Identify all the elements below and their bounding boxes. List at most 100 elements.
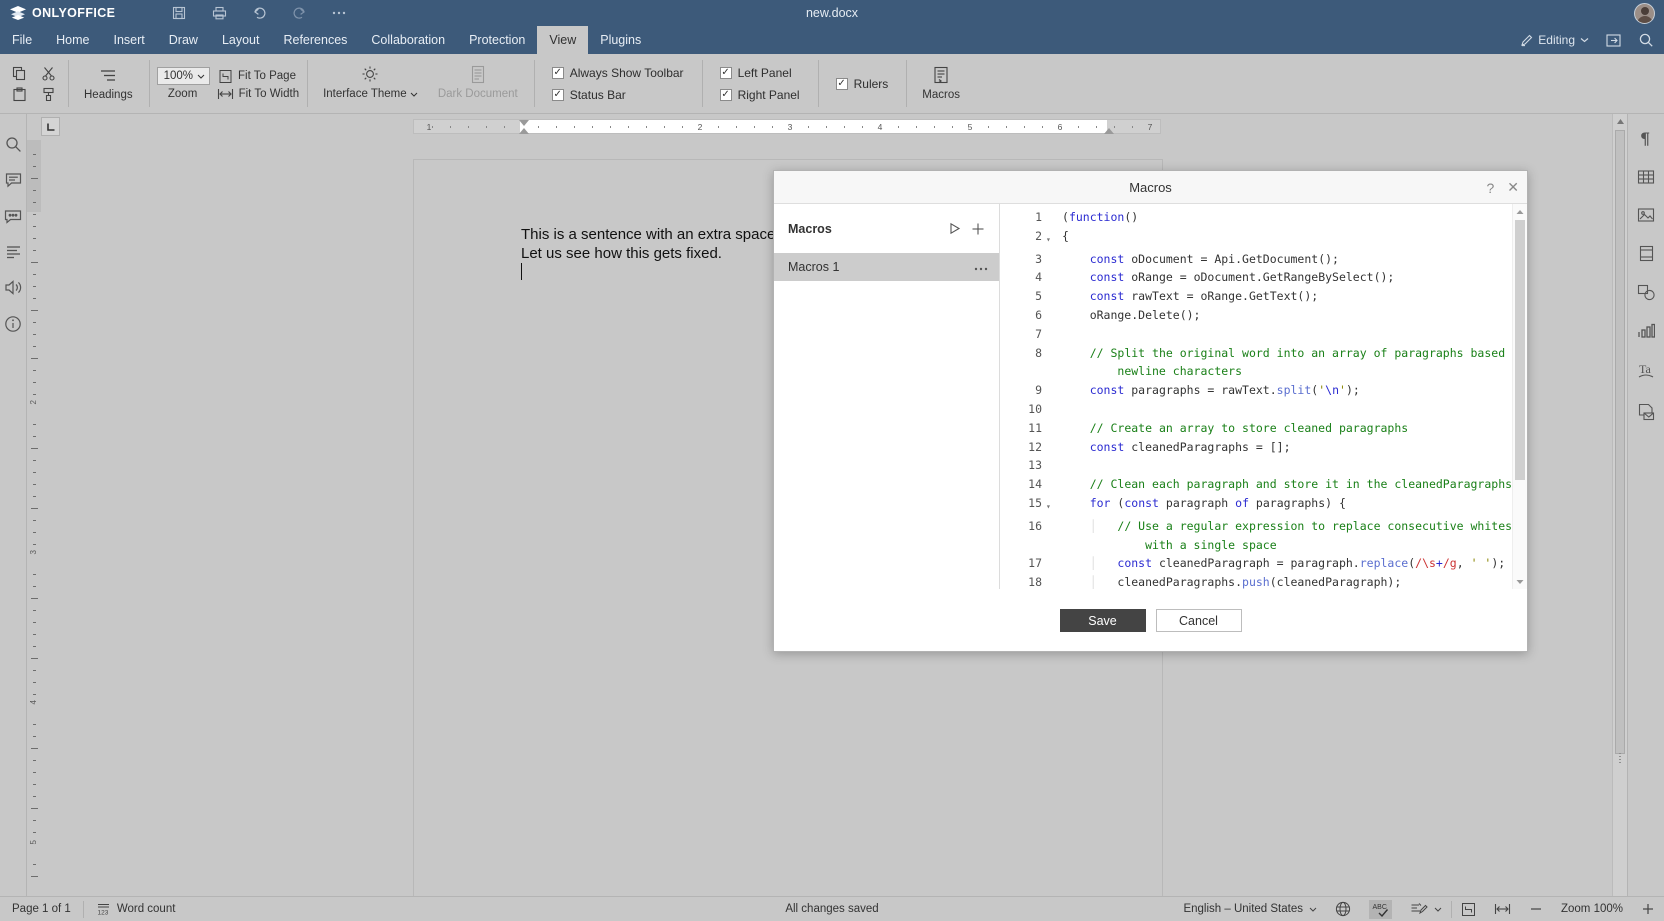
code-line[interactable]: 4 const oRange = oDocument.GetRangeBySel… <box>1000 268 1511 287</box>
code-line[interactable]: 18 │ cleanedParagraphs.push(cleanedParag… <box>1000 573 1511 589</box>
checkbox-always-show-toolbar[interactable]: ✓ Always Show Toolbar <box>551 66 684 80</box>
fit-to-page-button[interactable]: Fit To Page <box>218 69 296 84</box>
checkbox-right-panel[interactable]: ✓ Right Panel <box>719 88 800 102</box>
fold-toggle-icon[interactable] <box>1046 573 1056 577</box>
fold-toggle-icon[interactable] <box>1046 325 1056 329</box>
code-line[interactable]: 12 const cleanedParagraphs = []; <box>1000 438 1511 457</box>
scrollbar-thumb[interactable] <box>1515 220 1525 480</box>
code-line[interactable]: 10 <box>1000 400 1511 419</box>
chart-settings-icon[interactable] <box>1637 323 1655 339</box>
code-line[interactable]: 8 // Split the original word into an arr… <box>1000 344 1511 363</box>
save-icon[interactable] <box>170 4 188 22</box>
save-button[interactable]: Save <box>1059 609 1146 632</box>
code-line[interactable]: 1 (function() <box>1000 208 1511 227</box>
fit-to-width-button[interactable]: Fit To Width <box>217 88 299 100</box>
checkbox-rulers[interactable]: ✓ Rulers <box>835 77 888 91</box>
dark-document-button[interactable]: Dark Document <box>430 65 526 101</box>
image-settings-icon[interactable] <box>1637 207 1655 223</box>
shape-settings-icon[interactable] <box>1637 284 1656 301</box>
macro-code-editor[interactable]: 1 (function() 2 ▾ {3 const oDocument = Api.G… <box>1000 204 1527 589</box>
fold-toggle-icon[interactable] <box>1046 362 1056 366</box>
tab-plugins[interactable]: Plugins <box>588 26 653 54</box>
language-selector[interactable]: English – United States <box>1174 903 1326 915</box>
code-line[interactable]: 7 <box>1000 325 1511 344</box>
redo-icon[interactable] <box>290 4 308 22</box>
fold-toggle-icon[interactable] <box>1046 517 1056 521</box>
editing-mode-button[interactable]: Editing <box>1520 33 1589 47</box>
fold-toggle-icon[interactable] <box>1046 438 1056 442</box>
code-line[interactable]: 15 ▾ for (const paragraph of paragraphs) … <box>1000 494 1511 517</box>
code-line[interactable]: 3 const oDocument = Api.GetDocument(); <box>1000 250 1511 269</box>
code-line[interactable]: 13 <box>1000 456 1511 475</box>
code-line[interactable]: 5 const rawText = oRange.GetText(); <box>1000 287 1511 306</box>
tab-draw[interactable]: Draw <box>157 26 210 54</box>
close-icon[interactable]: ✕ <box>1507 179 1519 196</box>
spellcheck-button[interactable]: ABC <box>1360 899 1401 919</box>
fold-toggle-icon[interactable]: ▾ <box>1046 494 1056 517</box>
fold-toggle-icon[interactable] <box>1046 381 1056 385</box>
header-footer-settings-icon[interactable] <box>1638 245 1655 262</box>
tab-insert[interactable]: Insert <box>102 26 157 54</box>
cut-icon[interactable] <box>41 66 56 81</box>
chat-icon[interactable] <box>4 208 22 225</box>
code-line[interactable]: 2 ▾ { <box>1000 227 1511 250</box>
code-line[interactable]: 17 │ const cleanedParagraph = paragraph.… <box>1000 554 1511 573</box>
help-icon[interactable]: ? <box>1486 180 1494 196</box>
zoom-in-button[interactable] <box>1632 902 1664 916</box>
first-line-indent-marker[interactable] <box>519 120 529 126</box>
search-icon[interactable] <box>5 136 22 153</box>
tab-references[interactable]: References <box>271 26 359 54</box>
code-line[interactable]: 11 // Create an array to store cleaned p… <box>1000 419 1511 438</box>
code-line[interactable]: with a single space <box>1000 536 1511 555</box>
speaker-icon[interactable] <box>4 279 22 296</box>
fold-toggle-icon[interactable] <box>1046 419 1056 423</box>
code-line[interactable]: 9 const paragraphs = rawText.split('\n')… <box>1000 381 1511 400</box>
fit-page-button[interactable] <box>1452 902 1485 917</box>
scroll-up-icon[interactable] <box>1513 204 1527 219</box>
more-icon[interactable] <box>330 4 348 22</box>
set-document-language-button[interactable] <box>1326 901 1360 917</box>
tab-file[interactable]: File <box>0 26 44 54</box>
fold-toggle-icon[interactable] <box>1046 400 1056 404</box>
zoom-level-label[interactable]: Zoom 100% <box>1552 903 1632 915</box>
tab-collaboration[interactable]: Collaboration <box>359 26 457 54</box>
interface-theme-button[interactable]: Interface Theme <box>315 65 426 101</box>
checkbox-status-bar[interactable]: ✓ Status Bar <box>551 88 684 102</box>
fold-toggle-icon[interactable]: ▾ <box>1046 227 1056 250</box>
fold-toggle-icon[interactable] <box>1046 268 1056 272</box>
tab-home[interactable]: Home <box>44 26 101 54</box>
scroll-up-icon[interactable] <box>1613 114 1627 128</box>
zoom-out-button[interactable] <box>1520 902 1552 916</box>
scroll-down-icon[interactable] <box>1513 574 1527 589</box>
code-line[interactable]: 6 oRange.Delete(); <box>1000 306 1511 325</box>
macro-item-menu-icon[interactable] <box>973 261 989 274</box>
navigation-icon[interactable] <box>5 244 22 260</box>
open-location-icon[interactable] <box>1605 33 1622 48</box>
tab-protection[interactable]: Protection <box>457 26 537 54</box>
paragraph-settings-icon[interactable]: ¶ <box>1638 130 1654 147</box>
fold-toggle-icon[interactable] <box>1046 554 1056 558</box>
format-painter-icon[interactable] <box>41 87 56 102</box>
tab-stop-selector[interactable] <box>41 117 60 136</box>
search-icon[interactable] <box>1638 32 1654 48</box>
comment-icon[interactable] <box>5 172 22 189</box>
plus-icon[interactable] <box>971 222 985 236</box>
scrollbar-thumb[interactable] <box>1615 130 1625 763</box>
document-vertical-scrollbar[interactable] <box>1612 114 1627 896</box>
fold-toggle-icon[interactable] <box>1046 208 1056 212</box>
right-indent-marker[interactable] <box>1104 128 1114 134</box>
tab-view[interactable]: View <box>537 26 589 54</box>
info-icon[interactable] <box>4 315 22 333</box>
code-line[interactable]: newline characters <box>1000 362 1511 381</box>
macros-dialog[interactable]: Macros ? ✕ Macros Macros 1 1 (function()… <box>773 170 1528 652</box>
tab-layout[interactable]: Layout <box>210 26 272 54</box>
left-indent-marker[interactable] <box>519 128 529 134</box>
fold-toggle-icon[interactable] <box>1046 475 1056 479</box>
fold-toggle-icon[interactable] <box>1046 536 1056 540</box>
print-icon[interactable] <box>210 4 228 22</box>
code-line[interactable]: 14 // Clean each paragraph and store it … <box>1000 475 1511 494</box>
headings-button[interactable]: Headings <box>76 54 141 113</box>
horizontal-ruler[interactable]: 1 2 3 4 5 6 7 <box>413 119 1161 134</box>
code-line[interactable]: 16 │ // Use a regular expression to repl… <box>1000 517 1511 536</box>
text-art-settings-icon[interactable]: Ta <box>1636 361 1656 381</box>
